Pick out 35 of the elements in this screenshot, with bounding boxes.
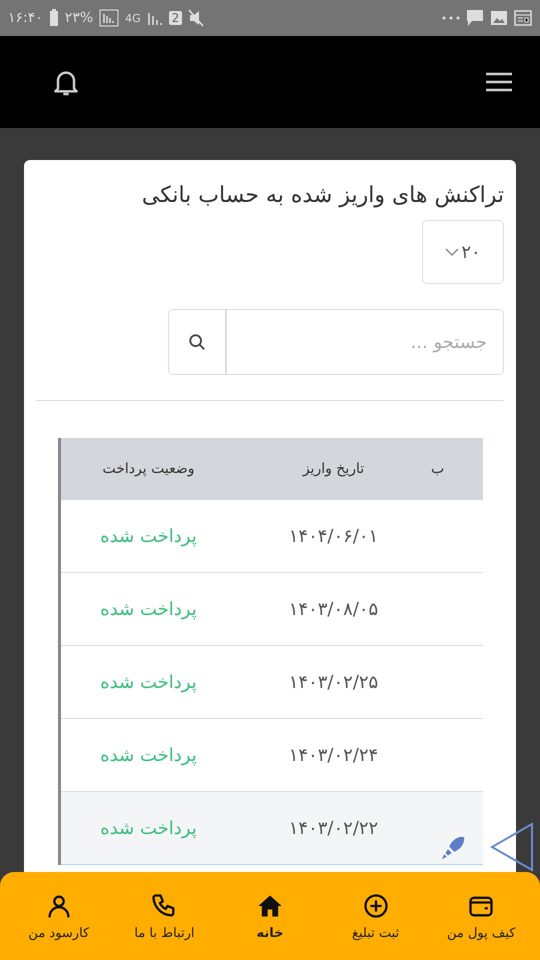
nav-item[interactable]: ثبت تبلیغ [328,892,424,940]
signal-icon [99,9,120,27]
nav-item[interactable]: ارتباط با ما [116,892,212,940]
calendar-icon [514,9,532,27]
battery-percent: ۲۳% [64,10,94,26]
column-header: ب [431,438,483,500]
nav-item[interactable]: کارسود من [10,892,107,940]
date-cell: ۱۴۰۳/۰۲/۲۵ [236,646,431,719]
column-header: تاریخ واریز [236,438,431,500]
page-title: تراکنش های واریز شده به حساب بانکی [140,182,504,210]
date-cell: ۱۴۰۳/۰۸/۰۵ [236,573,431,646]
menu-icon[interactable] [486,72,512,92]
status-time: ۱۶:۴۰ [8,10,43,26]
more-icon [442,16,460,20]
status-cell: پرداخت شده [61,500,236,573]
chevron-down-icon [445,248,460,256]
status-cell: پرداخت شده [61,792,236,865]
network-type: 4G [125,12,141,24]
status-cell: پرداخت شده [61,573,236,646]
battery-icon [48,9,59,27]
image-icon [490,9,508,27]
status-cell: پرداخت شده [61,646,236,719]
column-header: وضعیت پرداخت [61,438,236,500]
sim-badge: 2 [168,11,182,25]
page-size-value: ۲۰ [461,242,481,262]
date-cell: ۱۴۰۴/۰۶/۰۱ [236,500,431,573]
date-cell: ۱۴۰۳/۰۲/۲۲ [236,792,431,865]
search-icon [188,333,206,351]
search-field[interactable]: جستجو ... [226,309,504,375]
back-triangle-icon[interactable] [490,822,534,872]
page-size-select[interactable]: ۲۰ [422,220,504,284]
message-icon [466,9,484,27]
nav-item[interactable]: کیف پول من [433,892,530,940]
nav-item[interactable]: خانه [222,892,318,940]
add-circle-icon [362,892,390,920]
